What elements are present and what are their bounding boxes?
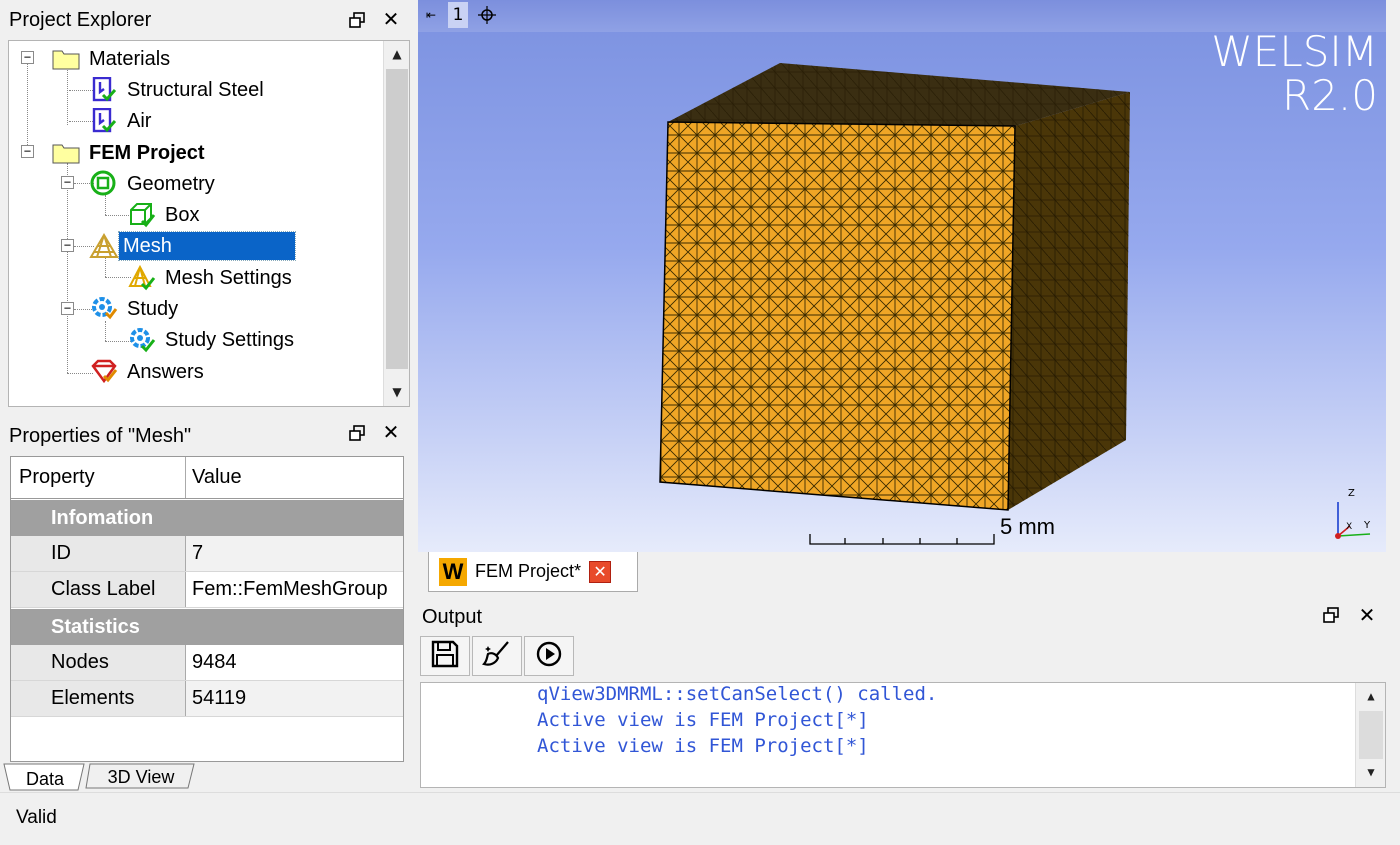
- welsim-app-icon: W: [439, 557, 467, 586]
- column-header-value: Value: [185, 457, 403, 498]
- tree-item-mesh-settings[interactable]: Mesh Settings: [127, 264, 296, 292]
- tree-item-study-settings[interactable]: Study Settings: [127, 326, 298, 354]
- table-row[interactable]: Class Label Fem::FemMeshGroup: [11, 572, 403, 608]
- scroll-down-arrow-icon[interactable]: ▼: [1356, 759, 1385, 785]
- scale-bar: [809, 534, 995, 545]
- right-dock-edge: [1386, 0, 1400, 552]
- study-icon: [89, 295, 119, 323]
- scroll-up-arrow-icon[interactable]: ▲: [384, 41, 409, 67]
- folder-icon: [51, 139, 81, 167]
- scroll-thumb[interactable]: [386, 69, 408, 369]
- tree-scrollbar[interactable]: ▲ ▼: [383, 41, 409, 406]
- tree-item-structural-steel[interactable]: Structural Steel: [89, 76, 268, 104]
- property-value: Fem::FemMeshGroup: [185, 572, 403, 607]
- scroll-down-arrow-icon[interactable]: ▼: [384, 379, 409, 405]
- collapse-materials-toggle[interactable]: −: [21, 51, 34, 64]
- output-title: Output: [422, 606, 483, 628]
- meshed-cube: [659, 63, 1130, 511]
- tree-item-fem-project[interactable]: FEM Project: [51, 139, 209, 167]
- table-header-row: Property Value: [11, 457, 403, 499]
- tree-item-answers[interactable]: Answers: [89, 358, 208, 386]
- table-row[interactable]: Elements 54119: [11, 681, 403, 717]
- table-row[interactable]: Nodes 9484: [11, 645, 403, 681]
- log-line: Active view is FEM Project[*]: [537, 709, 869, 731]
- output-scrollbar[interactable]: ▲ ▼: [1355, 683, 1385, 787]
- status-bar: Valid: [0, 792, 1400, 845]
- property-value: 9484: [185, 645, 403, 680]
- material-icon: [89, 76, 119, 104]
- tab-3d-view[interactable]: 3D View: [92, 764, 190, 790]
- gear-icon: [127, 326, 157, 354]
- project-tree: − − − − − Materials Structural Steel Air…: [8, 40, 410, 407]
- broom-icon: [481, 640, 512, 672]
- mesh-settings-icon: [127, 264, 157, 292]
- properties-title: Properties of "Mesh": [9, 425, 192, 447]
- log-line: Active view is FEM Project[*]: [537, 735, 869, 757]
- float-pane-icon[interactable]: [346, 422, 368, 444]
- project-explorer-pane: Project Explorer ✕ − − − − − Materials S…: [0, 0, 412, 410]
- group-row-statistics[interactable]: Statistics: [11, 609, 403, 645]
- property-value: 54119: [185, 681, 403, 716]
- answers-icon: [89, 358, 119, 386]
- property-name: Nodes: [11, 645, 185, 680]
- float-pane-icon[interactable]: [346, 9, 368, 31]
- property-name: Elements: [11, 681, 185, 716]
- tab-data[interactable]: Data: [12, 766, 78, 792]
- run-button[interactable]: [524, 636, 574, 676]
- close-pane-icon[interactable]: ✕: [380, 420, 402, 444]
- axis-x-label: X: [1346, 522, 1353, 532]
- document-tab[interactable]: W FEM Project* ✕: [428, 552, 638, 592]
- tree-item-mesh[interactable]: Mesh: [89, 231, 296, 261]
- collapse-geometry-toggle[interactable]: −: [61, 176, 74, 189]
- collapse-study-toggle[interactable]: −: [61, 302, 74, 315]
- close-tab-icon[interactable]: ✕: [589, 560, 612, 583]
- close-pane-icon[interactable]: ✕: [1356, 603, 1378, 627]
- folder-icon: [51, 45, 81, 73]
- output-log[interactable]: qView3DMRML::setCanSelect() called. Acti…: [420, 682, 1386, 788]
- tree-item-study[interactable]: Study: [89, 295, 182, 323]
- tree-item-geometry[interactable]: Geometry: [89, 170, 219, 198]
- save-log-button[interactable]: [420, 636, 470, 676]
- material-icon: [89, 107, 119, 135]
- clear-log-button[interactable]: [472, 636, 522, 676]
- properties-table: Property Value Infomation ID 7 Class Lab…: [10, 456, 404, 762]
- tree-item-box[interactable]: Box: [127, 201, 203, 229]
- document-tab-label: FEM Project*: [475, 561, 582, 581]
- tree-item-air[interactable]: Air: [89, 107, 155, 135]
- property-name: ID: [11, 536, 185, 571]
- 3d-viewport[interactable]: ⇤ 1 WELSIM R2.0 5 mm Z Y X: [418, 0, 1386, 552]
- float-pane-icon[interactable]: [1320, 604, 1342, 626]
- scroll-thumb[interactable]: [1359, 711, 1383, 759]
- property-name: Class Label: [11, 572, 185, 607]
- tree-item-materials[interactable]: Materials: [51, 45, 174, 73]
- box-icon: [127, 201, 157, 229]
- save-icon: [431, 640, 459, 672]
- axes-triad: [1335, 502, 1371, 539]
- mesh-icon: [89, 232, 119, 260]
- property-value: 7: [185, 536, 403, 571]
- output-pane: Output ✕ qView3DMRML::setCanSelect() cal…: [418, 596, 1400, 790]
- project-explorer-title: Project Explorer: [9, 9, 152, 31]
- geometry-icon: [89, 170, 119, 198]
- axis-y-label: Y: [1364, 520, 1371, 531]
- column-header-property: Property: [19, 466, 95, 488]
- collapse-mesh-toggle[interactable]: −: [61, 239, 74, 252]
- scale-label: 5 mm: [1000, 514, 1055, 539]
- group-row-information[interactable]: Infomation: [11, 500, 403, 536]
- scroll-up-arrow-icon[interactable]: ▲: [1356, 683, 1385, 709]
- log-line: qView3DMRML::setCanSelect() called.: [537, 683, 938, 705]
- axis-z-label: Z: [1348, 488, 1355, 499]
- status-text: Valid: [16, 807, 57, 828]
- play-icon: [535, 640, 563, 672]
- collapse-fem-project-toggle[interactable]: −: [21, 145, 34, 158]
- left-dock-tabs: Data 3D View: [0, 762, 412, 792]
- close-pane-icon[interactable]: ✕: [380, 7, 402, 31]
- output-toolbar: [420, 636, 576, 676]
- table-row[interactable]: ID 7: [11, 536, 403, 572]
